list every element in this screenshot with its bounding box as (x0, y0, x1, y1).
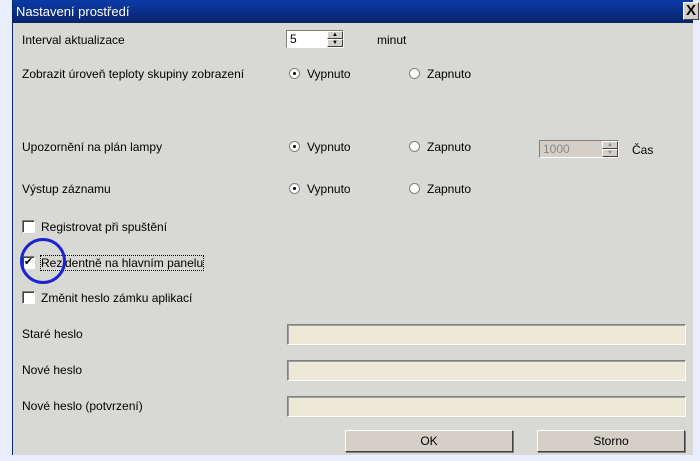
log-on-label: Zapnuto (427, 182, 472, 196)
lamp-on-label: Zapnuto (427, 140, 472, 154)
update-interval-value: 5 (290, 32, 297, 46)
lamp-time-spinner[interactable]: 1000 ▲ ▼ (539, 140, 619, 158)
close-button[interactable]: X (683, 2, 699, 20)
change-lock-password-label: Změnit heslo zámku aplikací (41, 291, 193, 305)
radio-selected-icon (289, 141, 300, 152)
lamp-time-value: 1000 (543, 142, 570, 156)
new-password-field[interactable] (287, 360, 686, 381)
settings-dialog: Nastavení prostředí X Interval aktualiza… (12, 0, 699, 461)
cancel-button[interactable]: Storno (537, 430, 685, 452)
window-frame-left (0, 0, 12, 461)
register-on-startup-label: Registrovat při spuštění (41, 220, 168, 234)
spin-up-icon[interactable]: ▲ (602, 141, 618, 149)
window-title: Nastavení prostředí (16, 4, 130, 19)
spin-up-icon[interactable]: ▲ (327, 31, 343, 39)
checkbox-empty-icon (22, 220, 35, 233)
temperature-off-label: Vypnuto (307, 67, 351, 81)
checkbox-empty-icon (22, 291, 35, 304)
title-bar[interactable]: Nastavení prostředí X (13, 0, 699, 23)
radio-selected-icon (289, 68, 300, 79)
confirm-password-label: Nové heslo (potvrzení) (22, 399, 143, 413)
lamp-label: Upozornění na plán lampy (22, 140, 163, 154)
update-interval-label: Interval aktualizace (22, 33, 125, 47)
new-password-label: Nové heslo (22, 363, 83, 377)
log-off-label: Vypnuto (307, 182, 351, 196)
update-interval-spinner[interactable]: 5 ▲ ▼ (286, 30, 344, 48)
ok-button[interactable]: OK (345, 430, 513, 452)
radio-selected-icon (289, 183, 300, 194)
window-frame-bottom (0, 455, 700, 461)
checkmark-icon: ✔ (22, 256, 35, 269)
temperature-label: Zobrazit úroveň teploty skupiny zobrazen… (22, 67, 245, 81)
radio-unselected-icon (409, 68, 420, 79)
update-interval-unit: minut (377, 33, 407, 47)
radio-unselected-icon (409, 183, 420, 194)
temperature-on-label: Zapnuto (427, 67, 472, 81)
old-password-label: Staré heslo (22, 327, 83, 341)
spin-down-icon[interactable]: ▼ (602, 149, 618, 157)
spin-down-icon[interactable]: ▼ (327, 39, 343, 47)
resident-taskbar-label: Rezidentně na hlavním panelu (39, 255, 205, 271)
lamp-time-label: Čas (632, 143, 654, 157)
window-frame-right (692, 0, 700, 461)
log-output-label: Výstup záznamu (22, 182, 111, 196)
old-password-field[interactable] (287, 324, 686, 345)
confirm-password-field[interactable] (287, 396, 686, 417)
radio-unselected-icon (409, 141, 420, 152)
lamp-off-label: Vypnuto (307, 140, 351, 154)
